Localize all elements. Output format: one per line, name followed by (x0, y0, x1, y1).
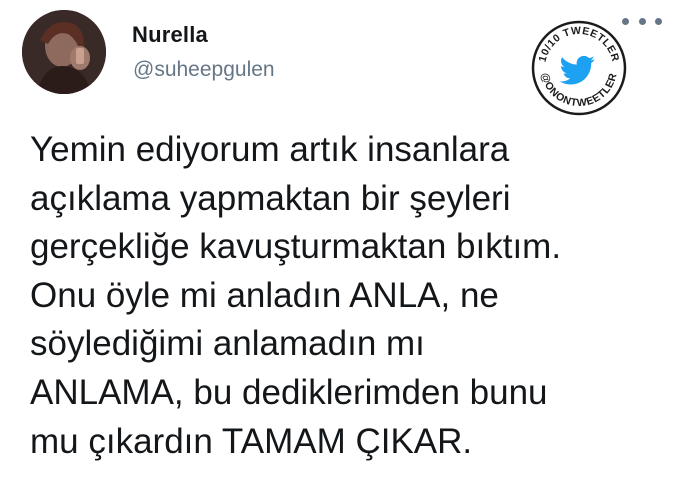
more-options-icon[interactable] (622, 14, 662, 28)
dot-icon (655, 17, 662, 25)
avatar[interactable] (22, 10, 106, 94)
watermark-logo: 10/10 TWEETLER @ONONTWEETLER (531, 20, 627, 116)
tweet-text-line: ANLAMA, bu dediklerimden bunu (30, 372, 548, 412)
dot-icon (622, 17, 629, 25)
tweet-text-line: gerçekliğe kavuşturmaktan bıktım. (30, 227, 562, 267)
tweet-text-line: Onu öyle mi anladın ANLA, ne (30, 275, 499, 315)
dot-icon (638, 17, 646, 25)
tweet-text-line: söylediğimi anlamadın mı (30, 324, 425, 364)
user-handle[interactable]: @suheepgulen (133, 58, 275, 82)
tweet-card: Nurella @suheepgulen 10/10 TWEETLER @ONO… (0, 0, 680, 486)
tweet-text-line: Yemin ediyorum artık insanlara (30, 130, 510, 169)
tweet-text-line: açıklama yapmaktan bir şeyleri (30, 178, 511, 218)
watermark-badge: 10/10 TWEETLER @ONONTWEETLER (531, 20, 627, 116)
tweet-text-line: mu çıkardın TAMAM ÇIKAR. (30, 421, 473, 461)
avatar-photo (22, 10, 106, 94)
tweet-text: Yemin ediyorum artık insanlara açıklama … (30, 126, 670, 466)
display-name[interactable]: Nurella (132, 22, 208, 48)
